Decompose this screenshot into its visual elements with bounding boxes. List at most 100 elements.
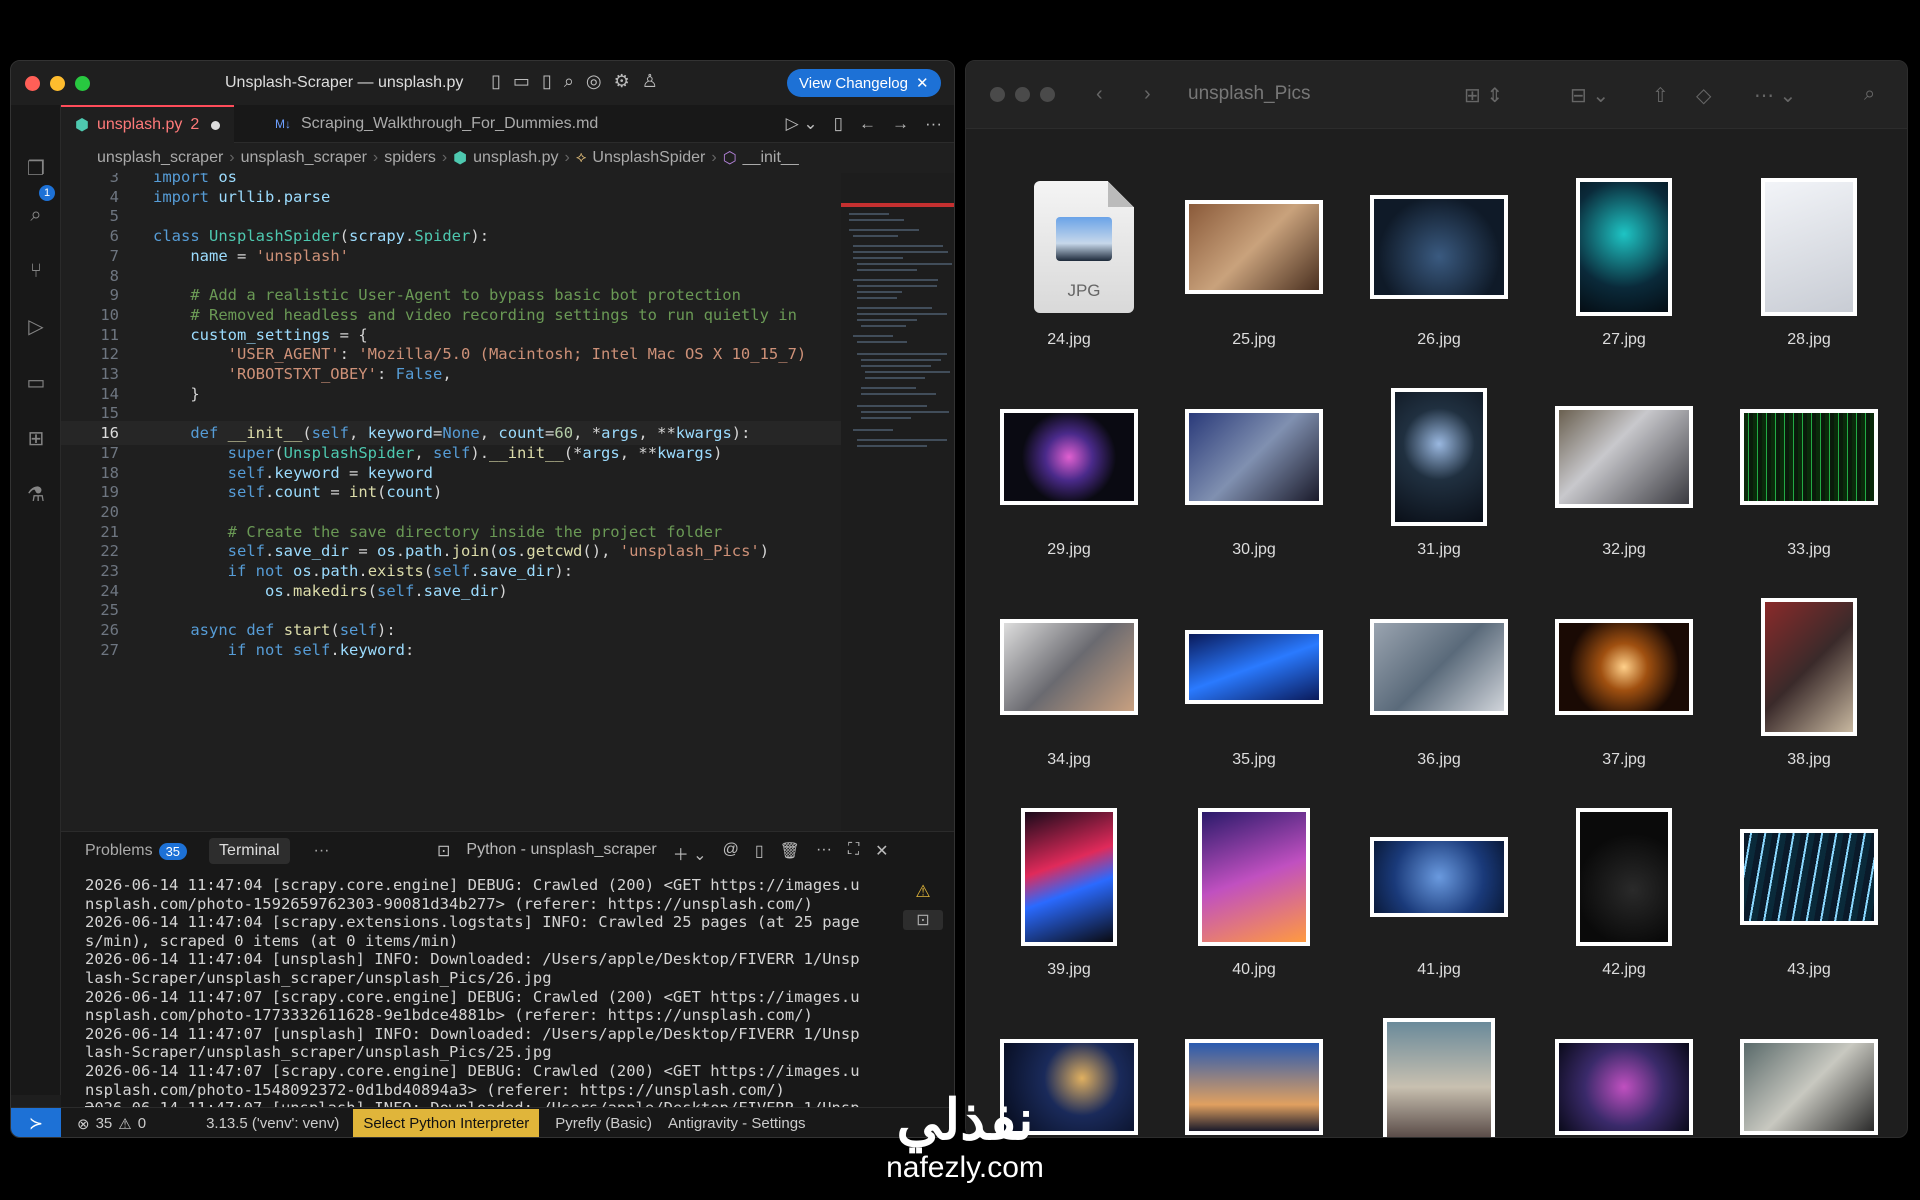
file-item[interactable]: 42.jpg bbox=[1539, 781, 1709, 981]
file-item[interactable]: 41.jpg bbox=[1354, 781, 1524, 981]
terminal-chat-icon[interactable]: @ bbox=[723, 841, 739, 865]
maximize-panel-icon[interactable]: ⛶ bbox=[848, 841, 859, 865]
forward-icon[interactable]: › bbox=[1144, 83, 1151, 106]
editor-tabs: ⬢ unsplash.py 2 M↓ Scraping_Walkthrough_… bbox=[61, 105, 954, 143]
file-item[interactable]: 25.jpg bbox=[1169, 151, 1339, 351]
testing-icon[interactable]: ⚗ bbox=[24, 483, 48, 507]
select-interpreter-button[interactable]: Select Python Interpreter bbox=[353, 1109, 540, 1137]
file-item[interactable]: 33.jpg bbox=[1724, 361, 1894, 561]
search-icon[interactable]: ⌕ bbox=[1864, 83, 1875, 106]
more-actions-icon[interactable]: ··· bbox=[816, 841, 832, 865]
close-panel-icon[interactable]: ✕ bbox=[875, 841, 888, 865]
toggle-panel-icon[interactable]: ▭ bbox=[513, 71, 530, 92]
unsaved-dot-icon[interactable] bbox=[211, 120, 221, 130]
file-item[interactable] bbox=[1169, 991, 1339, 1137]
back-icon[interactable]: ‹ bbox=[1096, 83, 1103, 106]
close-window-button[interactable] bbox=[990, 87, 1005, 102]
file-item[interactable]: 37.jpg bbox=[1539, 571, 1709, 771]
more-actions-icon[interactable]: ⋯ ⌄ bbox=[1754, 83, 1796, 108]
go-back-icon[interactable]: ← bbox=[859, 114, 876, 134]
terminal-instance-icon[interactable]: ⊡ bbox=[903, 910, 943, 930]
image-thumbnail bbox=[1383, 1018, 1495, 1137]
breadcrumb-item[interactable]: unsplash_scraper bbox=[241, 149, 367, 167]
file-item[interactable]: 27.jpg bbox=[1539, 151, 1709, 351]
search-icon[interactable]: ⌕ bbox=[24, 203, 48, 227]
file-item[interactable]: 35.jpg bbox=[1169, 571, 1339, 771]
toggle-secondary-sidebar-icon[interactable]: ▯ bbox=[542, 71, 552, 92]
file-item[interactable]: 28.jpg bbox=[1724, 151, 1894, 351]
code-line[interactable]: 27 if not self.keyword: bbox=[61, 638, 841, 662]
zoom-window-button[interactable] bbox=[75, 75, 90, 91]
problems-status[interactable]: ⊗ 35 ⚠ 0 bbox=[77, 1115, 146, 1133]
file-name: 34.jpg bbox=[1047, 751, 1091, 768]
tag-icon[interactable]: ◇ bbox=[1696, 83, 1711, 108]
file-item[interactable]: 29.jpg bbox=[984, 361, 1154, 561]
code-editor[interactable]: 3 import os 4 import urllib.parse 5 6 class Un… bbox=[61, 173, 841, 831]
file-item[interactable]: JPG 24.jpg bbox=[984, 151, 1154, 351]
breadcrumb-item[interactable]: __init__ bbox=[743, 149, 799, 167]
code-text: def __init__(self, keyword=None, count=6… bbox=[190, 424, 751, 443]
toggle-primary-sidebar-icon[interactable]: ▯ bbox=[491, 71, 501, 92]
breadcrumb-item[interactable]: unsplash_scraper bbox=[97, 149, 223, 167]
group-icon[interactable]: ⊟ ⌄ bbox=[1570, 83, 1609, 108]
file-item[interactable]: 26.jpg bbox=[1354, 151, 1524, 351]
file-name: 41.jpg bbox=[1417, 961, 1461, 978]
file-item[interactable] bbox=[1724, 991, 1894, 1137]
file-item[interactable]: 34.jpg bbox=[984, 571, 1154, 771]
panel-more-button[interactable]: ··· bbox=[314, 842, 330, 860]
close-window-button[interactable] bbox=[25, 75, 40, 91]
warning-icon[interactable]: ⚠ bbox=[903, 882, 943, 902]
file-item[interactable]: 38.jpg bbox=[1724, 571, 1894, 771]
file-item[interactable]: 30.jpg bbox=[1169, 361, 1339, 561]
breadcrumb-item[interactable]: UnsplashSpider bbox=[592, 149, 705, 167]
run-debug-icon[interactable]: ▷ bbox=[24, 315, 48, 339]
account-icon[interactable]: ♙ bbox=[642, 71, 658, 92]
file-item[interactable]: 36.jpg bbox=[1354, 571, 1524, 771]
image-thumbnail bbox=[1185, 409, 1323, 505]
split-terminal-icon[interactable]: ▯ bbox=[755, 841, 764, 865]
tab-terminal[interactable]: Terminal bbox=[209, 838, 290, 864]
copilot-icon[interactable]: ◎ bbox=[586, 71, 602, 92]
bottom-panel: Problems 35 Terminal ··· ⊡ Python - unsp… bbox=[61, 831, 954, 1136]
file-item[interactable]: 43.jpg bbox=[1724, 781, 1894, 981]
tab-unsplash-py[interactable]: ⬢ unsplash.py 2 bbox=[61, 105, 235, 143]
terminal-shell-label[interactable]: Python - unsplash_scraper bbox=[466, 841, 656, 865]
remote-icon[interactable]: ≻ bbox=[11, 1107, 61, 1137]
run-python-file-icon[interactable]: ▷ ⌄ bbox=[786, 114, 818, 134]
antigravity-status[interactable]: Antigravity - Settings bbox=[668, 1115, 806, 1132]
file-item[interactable]: 31.jpg bbox=[1354, 361, 1524, 561]
pyrefly-status[interactable]: Pyrefly (Basic) bbox=[555, 1115, 652, 1132]
icon-view-icon[interactable]: ⊞ ⇕ bbox=[1464, 83, 1503, 108]
source-control-icon[interactable]: ⑂ bbox=[24, 259, 48, 283]
gear-icon[interactable]: ⚙ bbox=[614, 71, 630, 92]
breadcrumb-item[interactable]: unsplash.py bbox=[473, 149, 558, 167]
remote-explorer-icon[interactable]: ▭ bbox=[24, 371, 48, 395]
split-editor-icon[interactable]: ▯ bbox=[834, 114, 843, 134]
minimap[interactable] bbox=[841, 173, 954, 831]
zoom-window-button[interactable] bbox=[1040, 87, 1055, 102]
close-icon[interactable]: ✕ bbox=[916, 74, 929, 92]
new-terminal-icon[interactable]: ＋ ⌄ bbox=[673, 841, 707, 865]
kill-terminal-icon[interactable]: 🗑 bbox=[780, 841, 800, 865]
file-item[interactable] bbox=[1354, 991, 1524, 1137]
minimize-window-button[interactable] bbox=[50, 75, 65, 91]
view-changelog-button[interactable]: View Changelog ✕ bbox=[787, 69, 941, 97]
explorer-icon[interactable]: ❐ bbox=[24, 157, 48, 181]
extensions-icon[interactable]: ⊞ bbox=[24, 427, 48, 451]
terminal-output[interactable]: 2026-06-14 11:47:04 [scrapy.core.engine]… bbox=[85, 876, 875, 1136]
tab-problems[interactable]: Problems 35 bbox=[85, 842, 188, 860]
minimize-window-button[interactable] bbox=[1015, 87, 1030, 102]
image-thumbnail bbox=[1000, 409, 1138, 505]
search-icon[interactable]: ⌕ bbox=[564, 71, 574, 92]
file-item[interactable]: 32.jpg bbox=[1539, 361, 1709, 561]
breadcrumb-item[interactable]: spiders bbox=[384, 149, 436, 167]
share-icon[interactable]: ⇧ bbox=[1652, 83, 1669, 108]
python-version[interactable]: 3.13.5 ('venv': venv) bbox=[206, 1115, 339, 1132]
file-item[interactable] bbox=[1539, 991, 1709, 1137]
go-forward-icon[interactable]: → bbox=[892, 114, 909, 134]
tab-walkthrough-md[interactable]: M↓ Scraping_Walkthrough_For_Dummies.md bbox=[261, 105, 612, 143]
file-item[interactable]: 39.jpg bbox=[984, 781, 1154, 981]
more-actions-icon[interactable]: ··· bbox=[925, 114, 942, 134]
file-item[interactable]: 40.jpg bbox=[1169, 781, 1339, 981]
method-symbol-icon: ⬡ bbox=[722, 150, 737, 167]
